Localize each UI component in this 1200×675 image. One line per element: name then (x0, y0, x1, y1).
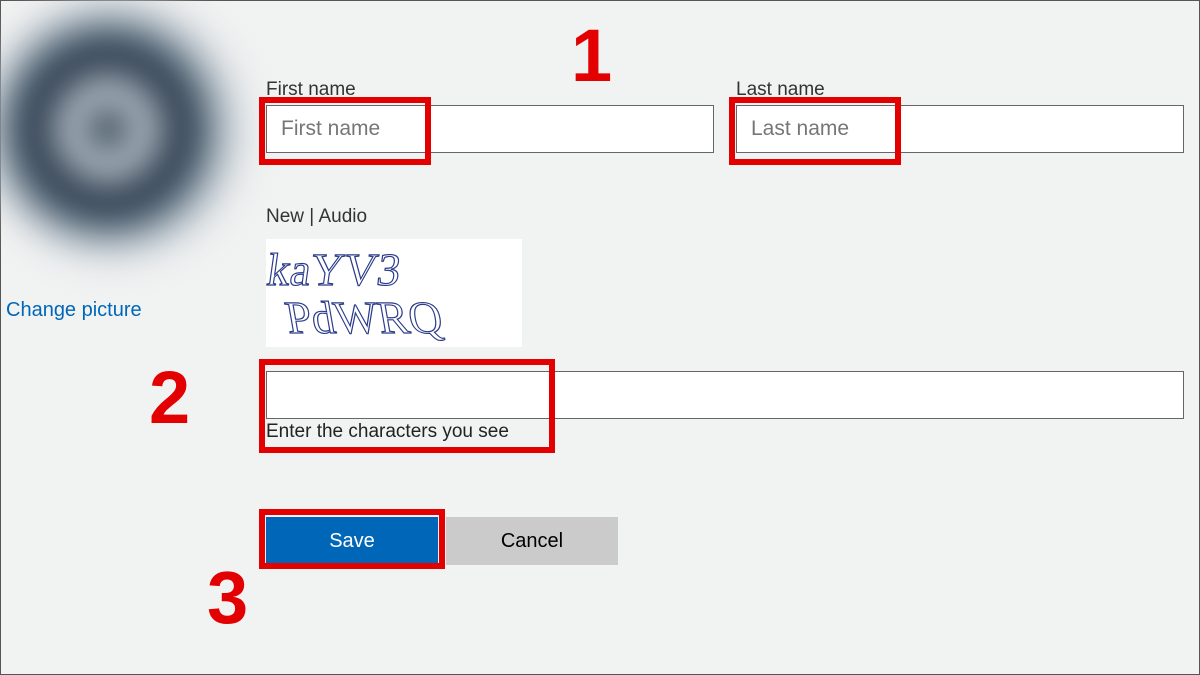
captcha-glyph-line2: PdWRQ (282, 293, 447, 344)
captcha-image: kaYV3 PdWRQ (266, 239, 522, 347)
change-picture-link[interactable]: Change picture (6, 299, 142, 322)
first-name-input[interactable] (266, 105, 714, 153)
captcha-input[interactable] (266, 371, 1184, 419)
annotation-step-1: 1 (571, 19, 612, 93)
captcha-glyph-line1: kaYV3 (266, 244, 404, 295)
captcha-help-text: Enter the characters you see (266, 421, 509, 443)
first-name-label: First name (266, 79, 356, 101)
annotation-step-2: 2 (149, 361, 190, 435)
annotation-step-3: 3 (207, 561, 248, 635)
last-name-input[interactable] (736, 105, 1184, 153)
captcha-refresh-audio-links[interactable]: New | Audio (266, 206, 367, 228)
save-button[interactable]: Save (266, 517, 438, 565)
last-name-label: Last name (736, 79, 825, 101)
cancel-button[interactable]: Cancel (446, 517, 618, 565)
profile-avatar (0, 0, 243, 259)
